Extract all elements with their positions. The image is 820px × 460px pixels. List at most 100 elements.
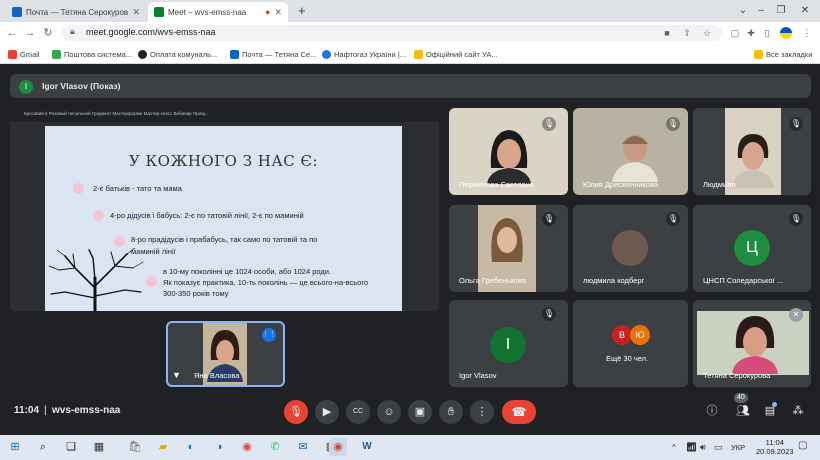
tab-mail[interactable]: Почта — Тетяна Серокурова — ✕ [6,2,146,22]
participant-name: Перминова Светлана [459,180,534,189]
new-tab-button[interactable]: + [298,3,306,18]
volume-icon[interactable]: 🔊︎ [700,442,706,453]
slide-bullet [146,276,157,287]
url-text[interactable]: meet.google.com/wvs-emss-naa [86,27,216,37]
captions-button[interactable]: CC [346,400,370,424]
more-participants-tile[interactable] [573,300,688,387]
star-icon[interactable]: ☆ [700,26,714,40]
edge-icon[interactable]: ◐ [182,438,200,456]
info-icon[interactable]: ⓘ [704,403,720,419]
participant-name: Людмила [703,180,736,189]
folder-icon [754,49,763,59]
extensions-icon[interactable]: ✚ [744,26,758,40]
close-icon[interactable]: ✕ [274,7,282,18]
sidepanel-icon[interactable]: ▯ [760,26,774,40]
reactions-button[interactable]: ☺ [377,400,401,424]
people-count-badge: 40 [734,393,748,403]
participant-avatar: В [612,325,632,345]
tray-chevron-icon[interactable]: ^ [672,443,676,452]
chrome-active-icon[interactable]: ◉ [329,438,347,456]
bookmark-utilities[interactable]: Оплата комуналь... [138,47,217,61]
outlook-icon [230,49,239,59]
participant-avatar: I [490,327,526,363]
slide-title: У КОЖНОГО З НАС Є: [128,152,319,170]
bookmark-mail[interactable]: Почта — Тетяна Се... [230,47,316,61]
tab-title: Почта — Тетяна Серокурова — [26,7,129,17]
minimize-icon[interactable]: – [752,3,770,19]
more-options-button[interactable]: ⋮ [470,400,494,424]
windows-start-icon[interactable]: ⊞ [6,438,24,456]
menu-icon[interactable]: ⋮ [800,26,814,40]
keyboard-language[interactable]: УКР [731,443,745,452]
task-view-icon[interactable]: ❏ [62,438,80,456]
globe-icon [322,49,331,59]
shared-doc-title: Кросивий в Розовый Чесальной Градиент Ма… [24,111,209,116]
leave-call-button[interactable]: ☎︎ [502,400,536,424]
hand-icon: ✋︎ [447,406,455,418]
participant-video [612,134,658,182]
tab-meet[interactable]: Meet – wvs-emss-naa ● ✕ [148,2,288,22]
more-participants-label: Ещё 30 чел. [606,354,649,363]
pin-icon[interactable]: ▼ [172,370,181,380]
separator: | [44,405,47,416]
present-button[interactable]: ▣ [408,400,432,424]
network-icon[interactable]: 📶︎ [686,442,697,453]
participant-name: Igor Vlasov [459,371,497,380]
bookmark-mail-system[interactable]: Поштова система... [52,47,132,61]
all-bookmarks[interactable]: Все закладки [754,47,812,61]
chevron-down-icon[interactable]: ⌄ [734,3,752,19]
restore-icon[interactable]: ❐ [772,3,790,19]
back-icon[interactable]: ← [4,25,20,41]
gmail-icon [8,49,17,59]
mail-icon [12,7,22,17]
reload-icon[interactable]: ↻ [40,25,56,41]
search-icon[interactable]: ⌕ [34,438,52,456]
mic-off-icon: 🎙︎ [789,117,803,131]
raise-hand-button[interactable]: ✋︎ [439,400,463,424]
edge-icon[interactable]: ◑ [210,438,228,456]
captions-icon: CC [352,408,364,415]
mic-off-icon: 🎙︎ [542,212,556,226]
clock-time: 11:04 [765,438,784,447]
slide-bullet [114,236,125,247]
bookmark-official[interactable]: Офіційний сайт УА... [414,47,498,61]
slide-line: 2-є батьків - тато та мама [93,184,182,193]
presenter-label: Igor Vlasov (Показ) [42,81,121,91]
widgets-icon[interactable]: ▦ [90,438,108,456]
store-icon[interactable]: 🛍︎ [126,438,144,456]
taskbar-clock[interactable]: 11:04 20.09.2023 [756,438,794,456]
emoji-icon: ☺ [383,406,395,418]
camera-icon[interactable]: ■ [660,26,674,40]
close-window-icon[interactable]: ✕ [796,3,814,19]
word-icon[interactable]: W [358,438,376,456]
participant-name: Юлия Дресвянникова [583,180,659,189]
chrome-icon[interactable]: ◉ [238,438,256,456]
close-icon[interactable]: ✕ [132,7,140,18]
presenter-bar [10,74,811,98]
audio-level-icon: ⋮⋮ [262,328,276,342]
present-icon: ▣ [414,406,426,418]
mic-toggle-button[interactable]: 🎙︎ [284,400,308,424]
tab-icon[interactable]: ▢ [728,26,742,40]
people-icon[interactable]: 👥︎ [735,403,751,419]
notifications-icon[interactable]: ▢ [798,440,807,451]
self-name: Яна Власова [194,371,240,380]
folder-icon[interactable]: ▰ [154,438,172,456]
participant-name: людмила кодберг [583,276,645,285]
battery-icon[interactable]: ▭ [714,442,723,453]
slide-line: 4-ро дідусів і бабусь: 2-є по татовій лі… [110,211,304,220]
bookmark-naftogaz[interactable]: Нафтогаз України |... [322,47,406,61]
whatsapp-icon[interactable]: ✆ [266,438,284,456]
mic-off-icon: 🎙︎ [542,117,556,131]
notification-dot [772,402,777,407]
forward-icon[interactable]: → [22,25,38,41]
activities-icon[interactable]: ⁂ [790,403,806,419]
share-icon[interactable]: ⇪ [680,26,694,40]
bookmark-gmail[interactable]: Gmail [8,47,40,61]
lock-icon[interactable]: 🔒︎ [70,26,75,37]
mic-off-icon: 🎙︎ [789,212,803,226]
profile-avatar[interactable] [780,27,792,39]
camera-toggle-button[interactable]: ▶ [315,400,339,424]
close-icon[interactable]: ✕ [789,308,803,322]
mail-icon[interactable]: ✉ [294,438,312,456]
